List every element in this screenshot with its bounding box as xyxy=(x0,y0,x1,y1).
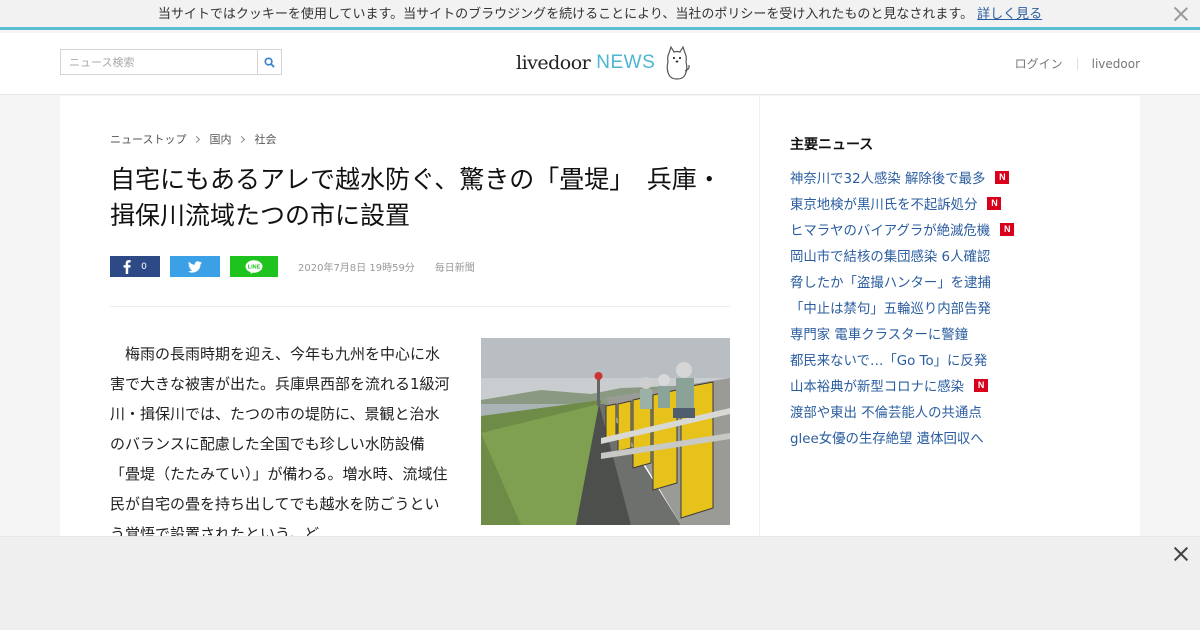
line-icon: LINE xyxy=(245,259,263,274)
article-date: 2020年7月8日 19時59分 xyxy=(298,263,415,274)
new-badge: N xyxy=(987,196,1002,210)
news-item[interactable]: 岡山市で結核の集団感染 6人確認 xyxy=(790,242,1014,268)
search-input[interactable] xyxy=(61,50,257,74)
breadcrumb: ニューストップ 国内 社会 xyxy=(110,131,276,147)
news-item[interactable]: glee女優の生存絶望 遺体回収へ xyxy=(790,424,1014,450)
major-news-list: 神奈川で32人感染 解除後で最多 N 東京地検が黒川氏を不起訴処分 N ヒマラヤのバ… xyxy=(790,164,1015,450)
share-bar: 0 LINE 2020年7月8日 19時59分 毎日新聞 xyxy=(110,256,475,277)
breadcrumb-item-domestic[interactable]: 国内 xyxy=(209,131,231,147)
new-badge: N xyxy=(995,170,1010,184)
content-area: ニューストップ 国内 社会 自宅にもあるアレで越水防ぐ、驚きの「畳堤」 兵庫・揖… xyxy=(60,96,1140,543)
news-item-link[interactable]: 「中止は禁句」五輪巡り内部告発 xyxy=(790,297,991,317)
news-item-link[interactable]: glee女優の生存絶望 遺体回収へ xyxy=(790,427,984,447)
breadcrumb-item-society[interactable]: 社会 xyxy=(254,131,276,147)
news-item[interactable]: 神奈川で32人感染 解除後で最多 N xyxy=(790,164,1014,190)
ad-overlay xyxy=(0,536,1200,630)
news-item[interactable]: 山本裕典が新型コロナに感染 N xyxy=(790,372,1014,398)
news-item-link[interactable]: 神奈川で32人感染 解除後で最多 xyxy=(790,167,985,187)
news-item[interactable]: 専門家 電車クラスターに警鐘 xyxy=(790,320,1014,346)
login-link[interactable]: ログイン xyxy=(1015,55,1063,72)
twitter-icon xyxy=(188,260,202,273)
dog-mascot-icon xyxy=(666,45,691,80)
article-main: ニューストップ 国内 社会 自宅にもあるアレで越水防ぐ、驚きの「畳堤」 兵庫・揖… xyxy=(60,96,760,543)
cookie-details-link[interactable]: 詳しく見る xyxy=(977,7,1042,22)
news-item-link[interactable]: 岡山市で結核の集団感染 6人確認 xyxy=(790,245,990,265)
news-item[interactable]: 渡部や東出 不倫芸能人の共通点 xyxy=(790,398,1014,424)
news-item-link[interactable]: ヒマラヤのバイアグラが絶滅危機 xyxy=(790,219,990,239)
chevron-right-icon xyxy=(238,135,246,143)
news-item-link[interactable]: 都民来ないで…「Go To」に反発 xyxy=(790,349,987,369)
news-item-link[interactable]: 渡部や東出 不倫芸能人の共通点 xyxy=(790,401,982,421)
link-separator xyxy=(1076,57,1078,70)
new-badge: N xyxy=(1000,222,1015,236)
search-icon xyxy=(264,56,275,68)
close-icon[interactable] xyxy=(1172,5,1190,23)
article-photo[interactable] xyxy=(481,338,730,525)
divider xyxy=(110,306,730,307)
livedoor-link[interactable]: livedoor xyxy=(1092,57,1140,71)
svg-text:LINE: LINE xyxy=(248,264,261,270)
news-item[interactable]: 都民来ないで…「Go To」に反発 xyxy=(790,346,1014,372)
facebook-share-count: 0 xyxy=(141,261,147,272)
article-source[interactable]: 毎日新聞 xyxy=(435,259,475,274)
article-title: 自宅にもあるアレで越水防ぐ、驚きの「畳堤」 兵庫・揖保川流域たつの市に設置 xyxy=(110,165,722,230)
news-item[interactable]: 東京地検が黒川氏を不起訴処分 N xyxy=(790,190,1014,216)
facebook-icon xyxy=(123,259,131,274)
new-badge: N xyxy=(974,378,989,392)
site-logo[interactable]: livedoor NEWS xyxy=(516,43,691,83)
line-share-button[interactable]: LINE xyxy=(230,256,278,277)
news-item[interactable]: 「中止は禁句」五輪巡り内部告発 xyxy=(790,294,1014,320)
article-body: 梅雨の長雨時期を迎え、今年も九州を中心に水害で大きな被害が出た。兵庫県西部を流れ… xyxy=(110,345,450,543)
site-header: livedoor NEWS ログイン livedoor xyxy=(0,33,1200,95)
news-item-link[interactable]: 脅したか「盗撮ハンター」を逮捕 xyxy=(790,271,991,291)
facebook-share-button[interactable]: 0 xyxy=(110,256,160,277)
search-box xyxy=(60,49,282,75)
news-item-link[interactable]: 専門家 電車クラスターに警鐘 xyxy=(790,323,968,343)
cookie-message: 当サイトではクッキーを使用しています。当サイトのブラウジングを続けることにより、… xyxy=(157,7,974,22)
news-item-link[interactable]: 東京地検が黒川氏を不起訴処分 xyxy=(790,193,977,213)
logo-news: NEWS xyxy=(596,52,656,73)
twitter-share-button[interactable] xyxy=(170,256,220,277)
news-item[interactable]: ヒマラヤのバイアグラが絶滅危機 N xyxy=(790,216,1015,242)
search-button[interactable] xyxy=(257,50,281,74)
chevron-right-icon xyxy=(193,135,201,143)
news-item-link[interactable]: 山本裕典が新型コロナに感染 xyxy=(790,375,964,395)
breadcrumb-item-top[interactable]: ニューストップ xyxy=(110,131,186,147)
header-links: ログイン livedoor xyxy=(1015,55,1140,72)
news-item[interactable]: 脅したか「盗撮ハンター」を逮捕 xyxy=(790,268,1014,294)
sidebar-heading: 主要ニュース xyxy=(790,137,874,153)
cookie-banner: 当サイトではクッキーを使用しています。当サイトのブラウジングを続けることにより、… xyxy=(0,0,1200,30)
logo-wordmark: livedoor xyxy=(516,52,591,74)
close-icon[interactable] xyxy=(1172,545,1190,563)
riverbank-photo-image xyxy=(481,338,730,525)
